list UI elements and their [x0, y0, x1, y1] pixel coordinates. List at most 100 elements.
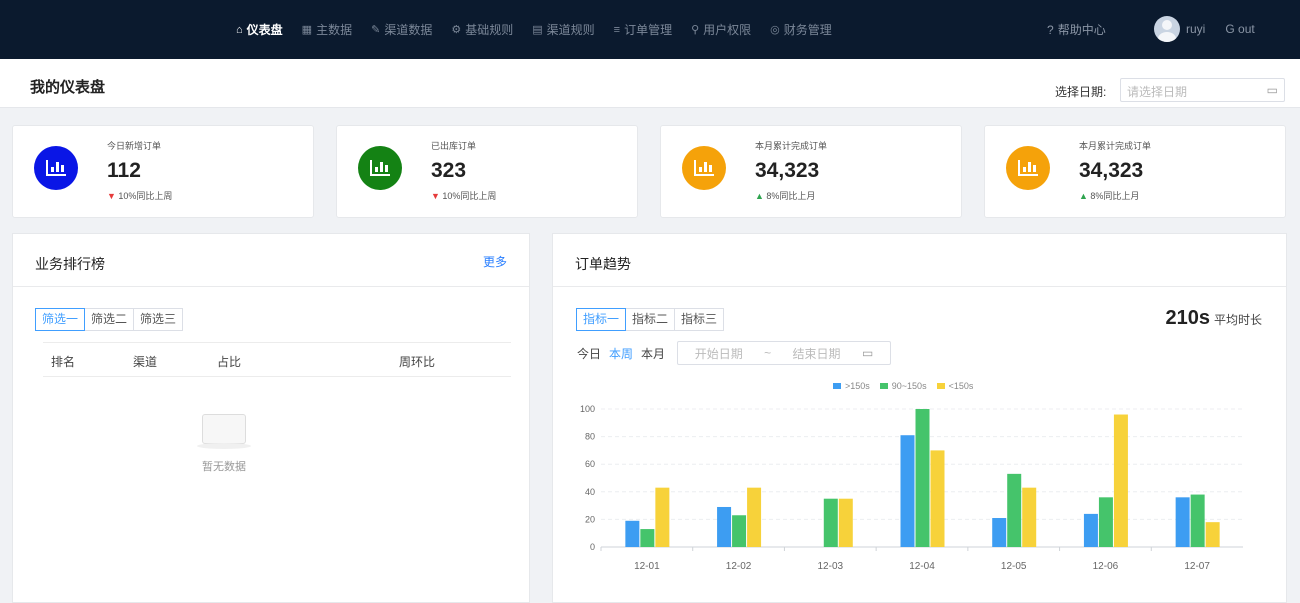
nav-item-5[interactable]: ≡ 订单管理 — [614, 21, 672, 38]
trend-metric-tabs: 指标一 指标二 指标三 — [576, 308, 725, 331]
bar — [1022, 487, 1037, 547]
stat-label: 本月累计完成订单 — [755, 141, 828, 151]
ranking-panel: 业务排行榜 更多 筛选一 筛选二 筛选三 排名 渠道 占比 周环比 暂无数据 — [12, 233, 530, 603]
nav-item-0[interactable]: ⌂ 仪表盘 — [236, 21, 283, 38]
nav-item-label: 主数据 — [316, 23, 353, 37]
x-tick-label: 12-04 — [909, 561, 935, 572]
empty-box-icon — [197, 414, 251, 449]
ranking-filter-tabs: 筛选一 筛选二 筛选三 — [35, 308, 184, 331]
period-selector: 今日 本周 本月 开始日期 ~ 结束日期 ▭ — [577, 341, 892, 365]
x-tick-label: 12-03 — [817, 561, 843, 572]
nav-item-4[interactable]: ▤ 渠道规则 — [532, 21, 594, 38]
bar-chart-icon — [682, 146, 726, 190]
bar — [655, 487, 670, 547]
chart-legend: >150s 90~150s <150s — [833, 381, 973, 391]
stat-delta-text: 10%同比上周 — [442, 191, 497, 201]
nav-item-3[interactable]: ⚙ 基础规则 — [451, 21, 513, 38]
top-navbar: ⌂ 仪表盘 ▦ 主数据 ✎ 渠道数据 ⚙ 基础规则 ▤ 渠道规则 ≡ 订单管理 ⚲ 用户权限 ◎ 财务管理 ?… — [0, 0, 1300, 59]
stat-value: 323 — [431, 159, 467, 182]
arrow-up-icon: ▲ — [755, 191, 767, 201]
user-menu[interactable]: ruyi G out — [1154, 16, 1255, 42]
legend-swatch — [833, 383, 841, 389]
page-title: 我的仪表盘 — [30, 79, 106, 96]
bar — [1098, 497, 1113, 547]
nav-item-6[interactable]: ⚲ 用户权限 — [691, 21, 751, 38]
user-icon: ⚲ — [691, 24, 700, 36]
x-tick-label: 12-06 — [1093, 561, 1119, 572]
arrow-up-icon: ▲ — [1079, 191, 1091, 201]
legend-swatch — [936, 383, 945, 389]
stat-value: 34,323 — [1079, 159, 1144, 182]
stat-value: 34,323 — [755, 159, 820, 182]
stat-delta-text: 10%同比上周 — [118, 191, 173, 201]
period-week[interactable]: 本周 — [609, 345, 633, 362]
stat-card: 今日新增订单 112 ▼ 10%同比上周 — [12, 125, 314, 218]
ranking-filter-1[interactable]: 筛选一 — [35, 308, 86, 331]
x-tick-label: 12-07 — [1184, 561, 1210, 572]
trend-title: 订单趋势 — [575, 256, 631, 272]
page-header: 我的仪表盘 选择日期: 请选择日期 ▭ — [0, 59, 1300, 108]
ranking-filter-2[interactable]: 筛选二 — [84, 308, 135, 331]
gear-icon: ⚙ — [451, 24, 462, 36]
nav-item-7[interactable]: ◎ 财务管理 — [770, 21, 832, 38]
ranking-filter-3[interactable]: 筛选三 — [133, 308, 184, 331]
trend-metric-tab-3[interactable]: 指标三 — [674, 308, 725, 331]
period-today[interactable]: 今日 — [577, 345, 601, 362]
main-nav: ⌂ 仪表盘 ▦ 主数据 ✎ 渠道数据 ⚙ 基础规则 ▤ 渠道规则 ≡ 订单管理 ⚲ 用户权限 ◎ 财务管理 — [236, 0, 851, 59]
grid-icon: ▦ — [301, 24, 313, 36]
nav-item-1[interactable]: ▦ 主数据 — [302, 21, 352, 38]
ranking-table-header: 排名 渠道 占比 周环比 — [43, 342, 511, 377]
calendar-icon: ▭ — [1266, 83, 1278, 97]
avatar[interactable] — [1154, 16, 1180, 42]
period-month[interactable]: 本月 — [641, 345, 665, 362]
stat-card: 本月累计完成订单 34,323 ▲ 8%同比上月 — [984, 125, 1286, 218]
bar — [1007, 473, 1022, 547]
stat-value: 112 — [107, 159, 141, 182]
bar — [900, 435, 915, 547]
end-date-placeholder: 结束日期 — [792, 346, 841, 361]
stat-delta-text: 8%同比上月 — [766, 191, 816, 201]
bar — [1205, 522, 1220, 547]
date-placeholder: 请选择日期 — [1127, 85, 1188, 99]
nav-item-2[interactable]: ✎ 渠道数据 — [371, 21, 432, 38]
home-icon: ⌂ — [236, 23, 243, 36]
nav-item-label: 渠道数据 — [384, 23, 433, 37]
stat-label: 今日新增订单 — [107, 141, 162, 151]
bar-chart-icon — [34, 146, 78, 190]
col-channel: 渠道 — [133, 355, 158, 369]
legend-item: 90~150s — [879, 381, 927, 391]
y-tick-label: 40 — [585, 487, 595, 497]
help-center-link[interactable]: ? 帮助中心 — [1047, 21, 1106, 38]
calendar-icon: ▭ — [861, 346, 874, 360]
stat-delta-text: 8%同比上月 — [1090, 191, 1140, 201]
help-label: 帮助中心 — [1057, 23, 1106, 37]
bar-chart-icon — [1006, 146, 1050, 190]
logout-button[interactable]: G out — [1225, 22, 1254, 36]
average-value: 210s — [1165, 307, 1210, 329]
legend-label: >150s — [845, 381, 870, 391]
list-icon: ≡ — [613, 23, 621, 36]
username: ruyi — [1186, 22, 1206, 36]
y-tick-label: 0 — [590, 542, 595, 552]
bar — [747, 487, 762, 547]
trend-metric-tab-2[interactable]: 指标二 — [625, 308, 676, 331]
ranking-title: 业务排行榜 — [35, 256, 105, 272]
order-trend-chart: 0 20 40 60 80 100 12-01 12-02 12-03 12-04 12-05 12-… — [580, 404, 1243, 572]
bar — [992, 518, 1007, 547]
nav-item-label: 用户权限 — [703, 23, 752, 37]
nav-item-label: 基础规则 — [465, 23, 514, 37]
bar — [732, 515, 747, 547]
more-link[interactable]: 更多 — [483, 253, 507, 270]
nav-item-label: 仪表盘 — [246, 23, 283, 37]
bar — [1190, 494, 1205, 547]
legend-label: 90~150s — [891, 381, 927, 391]
empty-text: 暂无数据 — [202, 461, 246, 473]
col-wow: 周环比 — [399, 355, 436, 369]
legend-item: >150s — [833, 381, 870, 391]
stat-delta: ▲ 8%同比上月 — [1079, 189, 1139, 202]
x-tick-label: 12-02 — [726, 561, 752, 572]
date-range-picker[interactable]: 开始日期 ~ 结束日期 ▭ — [677, 341, 892, 365]
date-picker[interactable]: 请选择日期 ▭ — [1120, 78, 1285, 102]
bar — [823, 498, 838, 547]
trend-metric-tab-1[interactable]: 指标一 — [576, 308, 627, 331]
